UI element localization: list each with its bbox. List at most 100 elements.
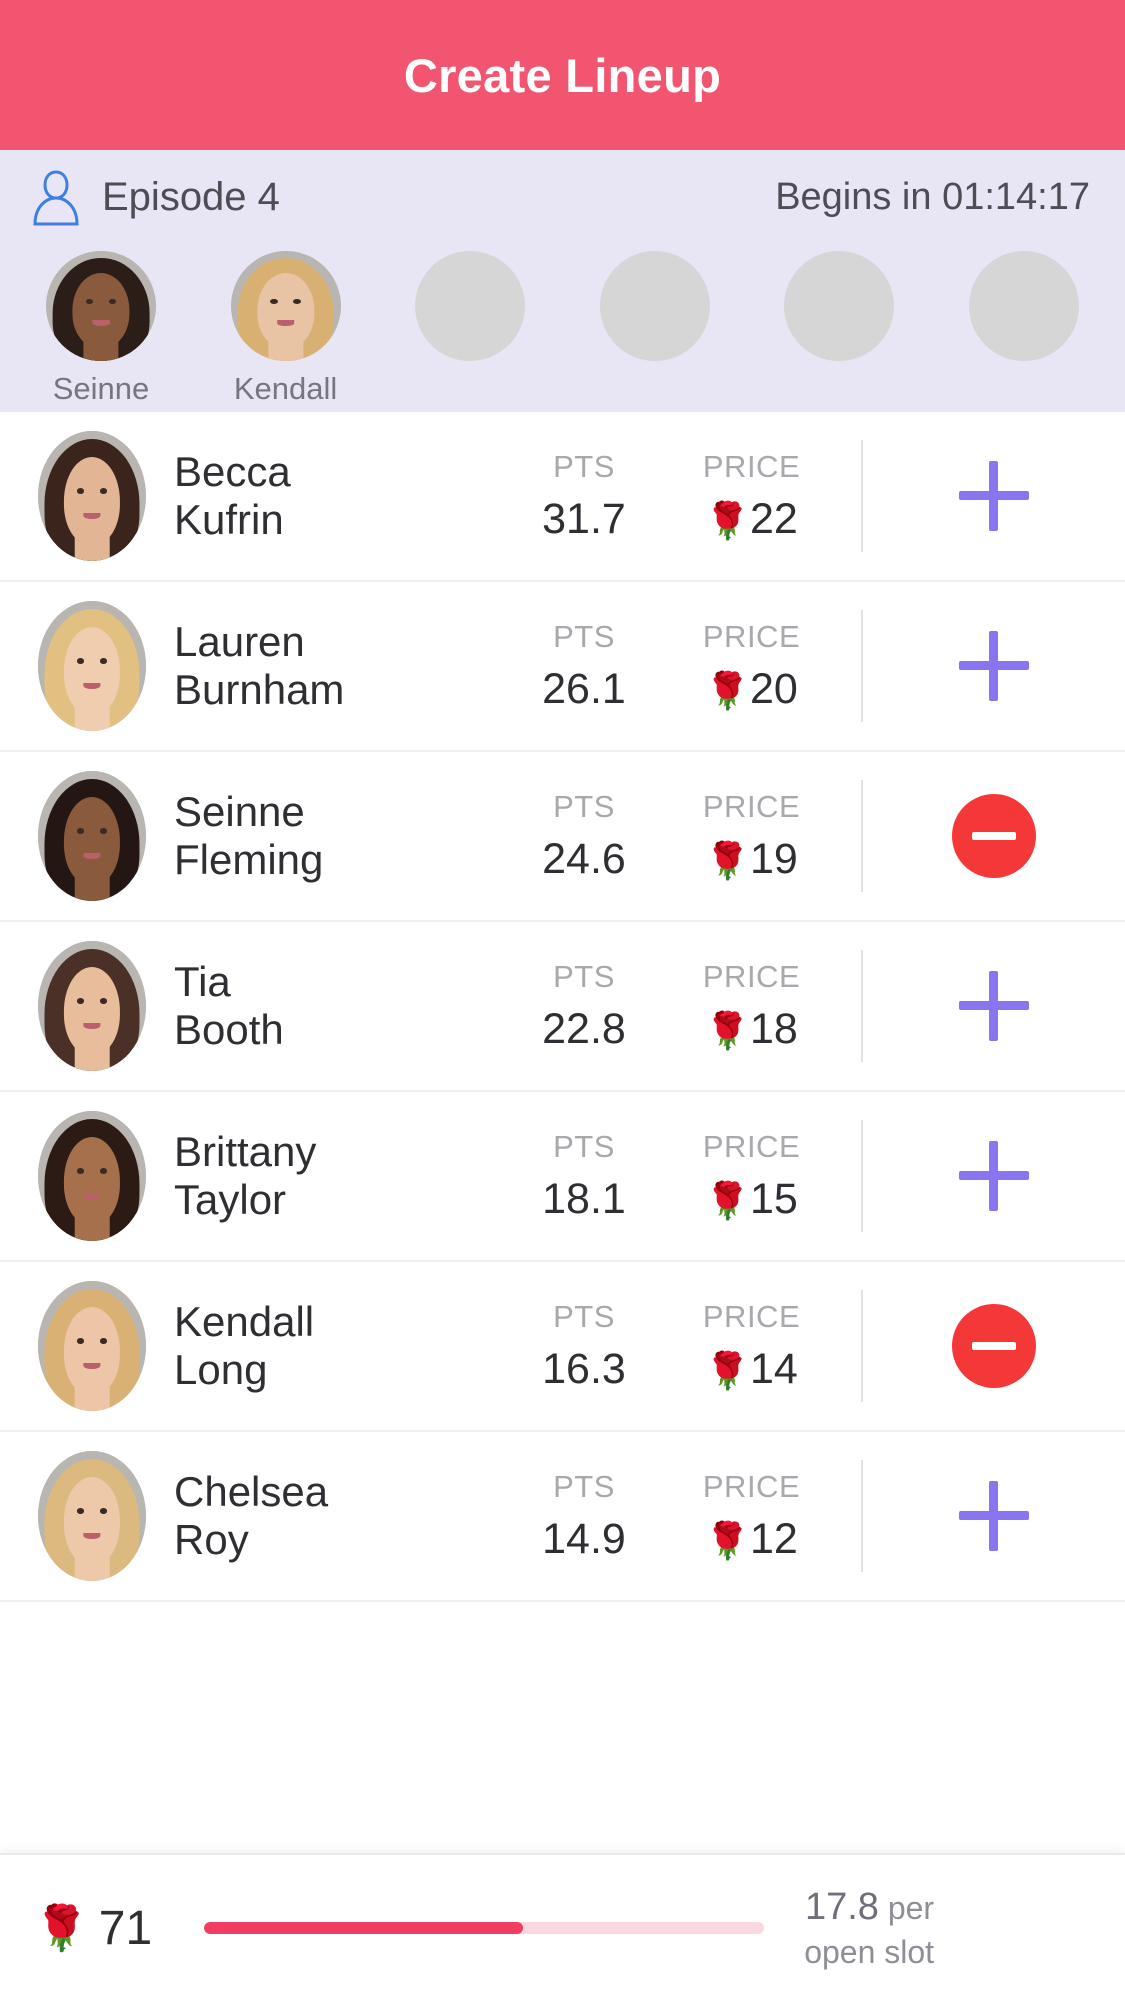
pts-value: 31.7	[542, 494, 626, 543]
price-cell: PRICE 🌹14	[664, 1299, 839, 1394]
player-first-name: Chelsea	[174, 1468, 329, 1515]
avatar-mouth	[83, 1022, 101, 1030]
price-amount: 14	[749, 1344, 798, 1393]
lineup-slot-2[interactable]	[399, 251, 541, 407]
lineup-slot-1[interactable]: Kendall	[215, 251, 357, 407]
rose-icon: 🌹	[34, 1904, 89, 1953]
player-last-name: Taylor	[174, 1176, 287, 1223]
price-value: 🌹14	[664, 1345, 839, 1394]
price-cell: PRICE 🌹22	[664, 449, 839, 544]
avatar-skin	[63, 627, 121, 716]
budget-remaining: 🌹 71	[34, 1901, 152, 1956]
action-cell	[863, 461, 1125, 531]
pts-value: 24.6	[542, 834, 626, 883]
budget-value: 71	[98, 1901, 153, 1955]
avatar	[38, 1451, 146, 1581]
price-label: PRICE	[702, 1468, 801, 1504]
lineup-slot-5[interactable]	[953, 251, 1095, 407]
avatar-eye-right	[99, 488, 108, 495]
slot-avatar-empty[interactable]	[415, 251, 526, 361]
avatar-skin	[63, 797, 121, 886]
table-row[interactable]: Tia Booth PTS 22.8 PRICE 🌹18	[0, 922, 1125, 1092]
price-cell: PRICE 🌹18	[664, 959, 839, 1054]
avatar	[38, 771, 146, 901]
add-player-button[interactable]	[959, 971, 1029, 1041]
price-amount: 18	[749, 1004, 798, 1053]
rose-icon: 🌹	[705, 1179, 750, 1221]
table-row[interactable]: Brittany Taylor PTS 18.1 PRICE 🌹15	[0, 1092, 1125, 1262]
player-last-name: Roy	[174, 1516, 249, 1563]
pts-value: 14.9	[542, 1514, 626, 1563]
avatar	[38, 1281, 146, 1411]
avatar	[38, 1111, 146, 1241]
add-player-button[interactable]	[959, 631, 1029, 701]
per-open-slot-info: 17.8 per open slot	[804, 1884, 934, 1972]
lineup-slot-row: Seinne Kendall	[0, 251, 1125, 407]
pts-cell: PTS 14.9	[504, 1469, 664, 1564]
price-amount: 20	[749, 664, 798, 713]
avatar-eye-right	[99, 1168, 108, 1175]
avatar-face	[38, 431, 146, 561]
player-list[interactable]: Becca Kufrin PTS 31.7 PRICE 🌹22 Lauren Burnham P…	[0, 412, 1125, 1853]
slot-avatar-empty[interactable]	[784, 251, 895, 361]
player-last-name: Booth	[174, 1006, 284, 1053]
rose-icon: 🌹	[705, 1519, 750, 1561]
pts-label: PTS	[553, 958, 615, 994]
table-row[interactable]: Kendall Long PTS 16.3 PRICE 🌹14	[0, 1262, 1125, 1432]
budget-progress-fill	[204, 1922, 524, 1934]
slot-avatar[interactable]	[46, 251, 156, 361]
avatar-eye-right	[99, 998, 108, 1005]
player-first-name: Lauren	[174, 618, 305, 665]
slot-avatar[interactable]	[230, 251, 341, 361]
avatar-eye-right	[99, 1508, 108, 1515]
player-name: Chelsea Roy	[174, 1471, 504, 1561]
rose-icon: 🌹	[705, 499, 750, 541]
avatar-skin	[63, 1307, 121, 1396]
table-row[interactable]: Lauren Burnham PTS 26.1 PRICE 🌹20	[0, 582, 1125, 752]
avatar-face	[46, 251, 156, 361]
pts-label: PTS	[553, 788, 615, 824]
table-row[interactable]: Chelsea Roy PTS 14.9 PRICE 🌹12	[0, 1432, 1125, 1602]
action-cell	[863, 1481, 1125, 1551]
avatar-face	[38, 941, 146, 1071]
lineup-slot-4[interactable]	[768, 251, 910, 407]
remove-player-button[interactable]	[952, 1304, 1036, 1388]
pts-cell: PTS 24.6	[504, 789, 664, 884]
player-last-name: Fleming	[174, 836, 324, 883]
price-value: 🌹20	[664, 665, 839, 714]
avatar-face	[38, 1451, 146, 1581]
player-first-name: Tia	[174, 958, 231, 1005]
avatar-mouth	[83, 682, 101, 690]
action-cell	[863, 971, 1125, 1041]
player-first-name: Seinne	[174, 788, 305, 835]
rose-icon: 🌹	[705, 839, 750, 881]
avatar-mouth	[276, 320, 295, 326]
table-row[interactable]: Seinne Fleming PTS 24.6 PRICE 🌹19	[0, 752, 1125, 922]
lineup-slot-0[interactable]: Seinne	[30, 251, 172, 407]
price-cell: PRICE 🌹12	[664, 1469, 839, 1564]
player-name: Seinne Fleming	[174, 791, 504, 881]
player-name: Tia Booth	[174, 961, 504, 1051]
table-row[interactable]: Becca Kufrin PTS 31.7 PRICE 🌹22	[0, 412, 1125, 582]
add-player-button[interactable]	[959, 1481, 1029, 1551]
price-cell: PRICE 🌹19	[664, 789, 839, 884]
pts-value: 16.3	[542, 1344, 626, 1393]
remove-player-button[interactable]	[952, 794, 1036, 878]
slot-avatar-empty[interactable]	[599, 251, 710, 361]
episode-lineup-bar: Episode 4 Begins in 01:14:17 Seinne Kenda…	[0, 150, 1125, 412]
add-player-button[interactable]	[959, 1141, 1029, 1211]
slot-player-name: Kendall	[233, 371, 338, 406]
per-slot-amount: 17.8	[804, 1886, 879, 1929]
avatar-mouth	[83, 852, 101, 860]
avatar-mouth	[83, 1532, 101, 1540]
add-player-button[interactable]	[959, 461, 1029, 531]
player-name: Kendall Long	[174, 1301, 504, 1391]
pts-cell: PTS 18.1	[504, 1129, 664, 1224]
rose-icon: 🌹	[705, 1349, 750, 1391]
price-label: PRICE	[702, 1298, 801, 1334]
rose-icon: 🌹	[705, 1009, 750, 1051]
avatar-mouth	[83, 1362, 101, 1370]
slot-avatar-empty[interactable]	[968, 251, 1079, 361]
lineup-slot-3[interactable]	[584, 251, 726, 407]
avatar-skin	[257, 273, 315, 348]
